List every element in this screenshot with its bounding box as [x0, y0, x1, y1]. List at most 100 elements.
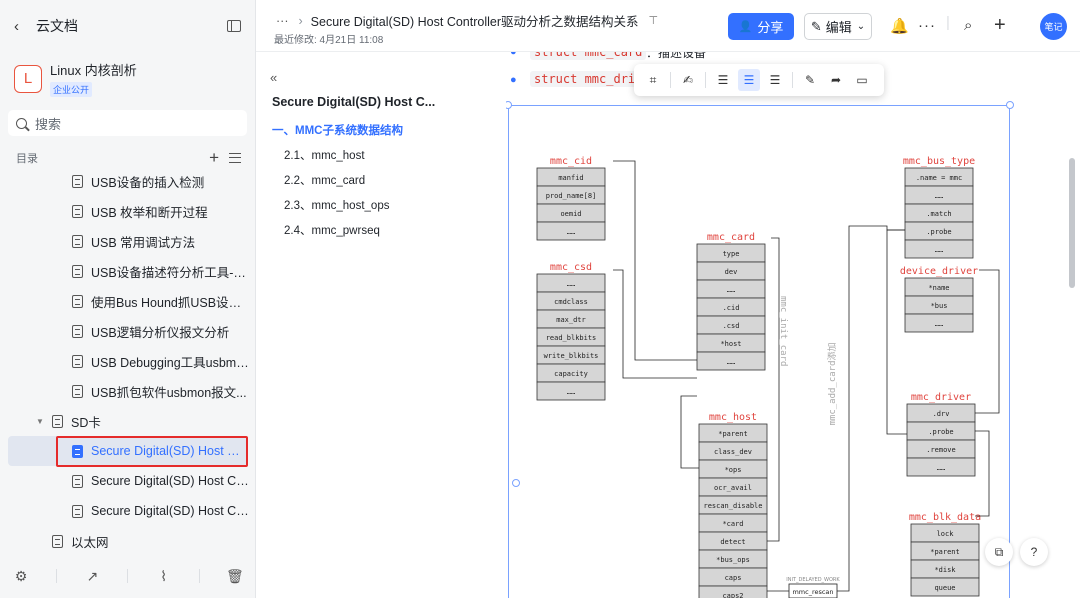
- tree-item-label: USB设备描述符分析工具-U...: [91, 265, 251, 280]
- chart-icon[interactable]: ⌇: [157, 568, 171, 584]
- add-icon[interactable]: +: [994, 14, 1006, 37]
- diagram-field-label: .csd: [723, 322, 740, 330]
- diagram-field-label: ……: [935, 192, 943, 200]
- resize-handle[interactable]: [1006, 101, 1014, 109]
- chevron-down-icon: ⌄: [856, 21, 866, 32]
- trash-icon[interactable]: 🗑: [226, 568, 244, 584]
- tree-item[interactable]: 使用Bus Hound抓USB设备...: [0, 286, 256, 316]
- comment-icon[interactable]: ▭: [851, 69, 873, 91]
- bullet-dot: ●: [510, 74, 517, 86]
- tree-item[interactable]: Secure Digital(SD) Host Co...: [0, 466, 256, 496]
- tree-item[interactable]: USB逻辑分析仪报文分析: [0, 316, 256, 346]
- tree-item-label: USB设备的插入检测: [91, 175, 205, 190]
- diagram-field-label: ocr_avail: [714, 484, 752, 492]
- outline-item[interactable]: 2.2、mmc_card: [284, 172, 365, 188]
- doc-content: ● struct mmc_card ：描述设备 ● struct mmc_dri…: [506, 52, 1060, 598]
- tree-item[interactable]: USB 枚举和断开过程: [0, 196, 256, 226]
- doc-icon: [72, 354, 83, 368]
- back-icon[interactable]: ‹: [14, 18, 28, 35]
- help-button[interactable]: ?: [1020, 538, 1048, 566]
- collapse-outline-icon[interactable]: «: [270, 70, 277, 85]
- toc-header: 目录 +: [16, 149, 241, 166]
- sidebar-top-bar: ‹ 云文档: [14, 16, 241, 36]
- diagram-field-label: .probe: [926, 228, 951, 236]
- diagram-field-label: ……: [727, 358, 735, 366]
- tree-item-label: USB 枚举和断开过程: [91, 205, 208, 220]
- diagram-field-label: class_dev: [714, 448, 752, 456]
- doc-icon: [72, 204, 83, 218]
- diagram-field-label: *name: [928, 284, 949, 292]
- search-icon[interactable]: ⌕: [964, 17, 972, 34]
- list-options-icon[interactable]: [229, 153, 241, 163]
- tree-folder-ethernet[interactable]: 以太网: [0, 526, 256, 556]
- outline-item[interactable]: 2.4、mmc_pwrseq: [284, 222, 380, 238]
- tree-item[interactable]: Secure Digital(SD) Host Co...: [0, 496, 256, 526]
- share-button[interactable]: 👤 分享: [728, 13, 794, 40]
- more-path-icon[interactable]: ···: [276, 14, 289, 28]
- outline-title[interactable]: Secure Digital(SD) Host C...: [272, 95, 450, 109]
- doc-icon: [72, 474, 83, 488]
- align-left-icon[interactable]: ☰: [712, 69, 734, 91]
- tree-item-label: USB抓包软件usbmon报文...: [91, 385, 247, 400]
- tree-folder-sd[interactable]: ▼ SD卡: [0, 406, 256, 436]
- workspace-header[interactable]: L Linux 内核剖析 企业公开: [14, 60, 137, 97]
- resize-handle[interactable]: [512, 479, 520, 487]
- caption-icon[interactable]: ✍: [677, 69, 699, 91]
- tree-item[interactable]: USB设备的插入检测: [0, 166, 256, 196]
- outline-item[interactable]: 2.3、mmc_host_ops: [284, 197, 389, 213]
- tree-item-label: USB逻辑分析仪报文分析: [91, 325, 230, 340]
- inline-code[interactable]: struct mmc_dri: [530, 71, 640, 87]
- doc-icon: [72, 234, 83, 248]
- pin-icon[interactable]: ⊤: [649, 14, 659, 27]
- annotate-icon[interactable]: ✎: [799, 69, 821, 91]
- diagram-box-title: device_driver: [900, 266, 978, 277]
- diagram-box-title: mmc_card: [707, 232, 755, 243]
- scrollbar-thumb[interactable]: [1069, 158, 1075, 288]
- copy-icon: ⧉: [994, 544, 1004, 559]
- outline-panel: « Secure Digital(SD) Host C... 一、MMC子系统数…: [256, 52, 506, 598]
- diagram-field-label: ……: [567, 280, 575, 288]
- diagram-image[interactable]: mmc_cid manfid prod_name[8] oemid …… mmc_csd ……: [508, 105, 1010, 598]
- tree-item[interactable]: USB设备描述符分析工具-U...: [0, 256, 256, 286]
- workspace-name: Linux 内核剖析: [50, 63, 137, 78]
- diagram-connector: [886, 229, 907, 435]
- diagram-box-title: mmc_bus_type: [903, 156, 975, 167]
- align-right-icon[interactable]: ☰: [764, 69, 786, 91]
- add-icon[interactable]: +: [209, 149, 219, 166]
- diagram-field-label: .cid: [723, 304, 740, 312]
- inline-code[interactable]: struct mmc_card: [530, 52, 647, 60]
- settings-icon[interactable]: ⚙: [14, 568, 28, 584]
- share-out-icon[interactable]: ↗: [85, 568, 99, 584]
- crop-icon[interactable]: ⌗: [642, 69, 664, 91]
- share-arrow-icon[interactable]: ➦: [825, 69, 847, 91]
- workspace-logo: L: [14, 64, 42, 93]
- align-center-icon[interactable]: ☰: [738, 69, 760, 91]
- bullet-text[interactable]: ：描述设备: [646, 52, 706, 61]
- diagram-field-label: *card: [722, 520, 743, 528]
- divider: [198, 569, 200, 583]
- caret-down-icon[interactable]: ▼: [36, 417, 44, 426]
- diagram-field-label: .probe: [928, 428, 953, 436]
- search-input[interactable]: 搜索: [8, 110, 247, 136]
- back-label[interactable]: 云文档: [36, 16, 227, 36]
- workspace-badge: 企业公开: [50, 82, 93, 97]
- edit-button[interactable]: ✎ 编辑 ⌄: [804, 13, 872, 40]
- bell-icon[interactable]: 🔔: [890, 17, 909, 35]
- outline-item[interactable]: 一、MMC子系统数据结构: [272, 122, 403, 138]
- tree-item[interactable]: USB Debugging工具usbmo...: [0, 346, 256, 376]
- avatar[interactable]: 笔记: [1040, 13, 1067, 40]
- doc-title: Secure Digital(SD) Host Controller驱动分析之数…: [310, 15, 639, 29]
- copy-doc-button[interactable]: ⧉: [985, 538, 1013, 566]
- collapse-sidebar-icon[interactable]: [227, 20, 241, 32]
- outline-item[interactable]: 2.1、mmc_host: [284, 147, 365, 163]
- toc-label: 目录: [16, 153, 38, 165]
- tree-item[interactable]: USB抓包软件usbmon报文...: [0, 376, 256, 406]
- diagram-field-label: .remove: [926, 446, 956, 454]
- doc-icon: [72, 264, 83, 278]
- diagram-connector: [767, 237, 780, 542]
- tree-item[interactable]: USB 常用调试方法: [0, 226, 256, 256]
- diagram-field-label: write_blkbits: [544, 352, 599, 360]
- doc-header: ··· › Secure Digital(SD) Host Controller…: [256, 0, 1080, 52]
- diagram-connector: [975, 269, 1000, 414]
- more-icon[interactable]: ···: [918, 17, 936, 34]
